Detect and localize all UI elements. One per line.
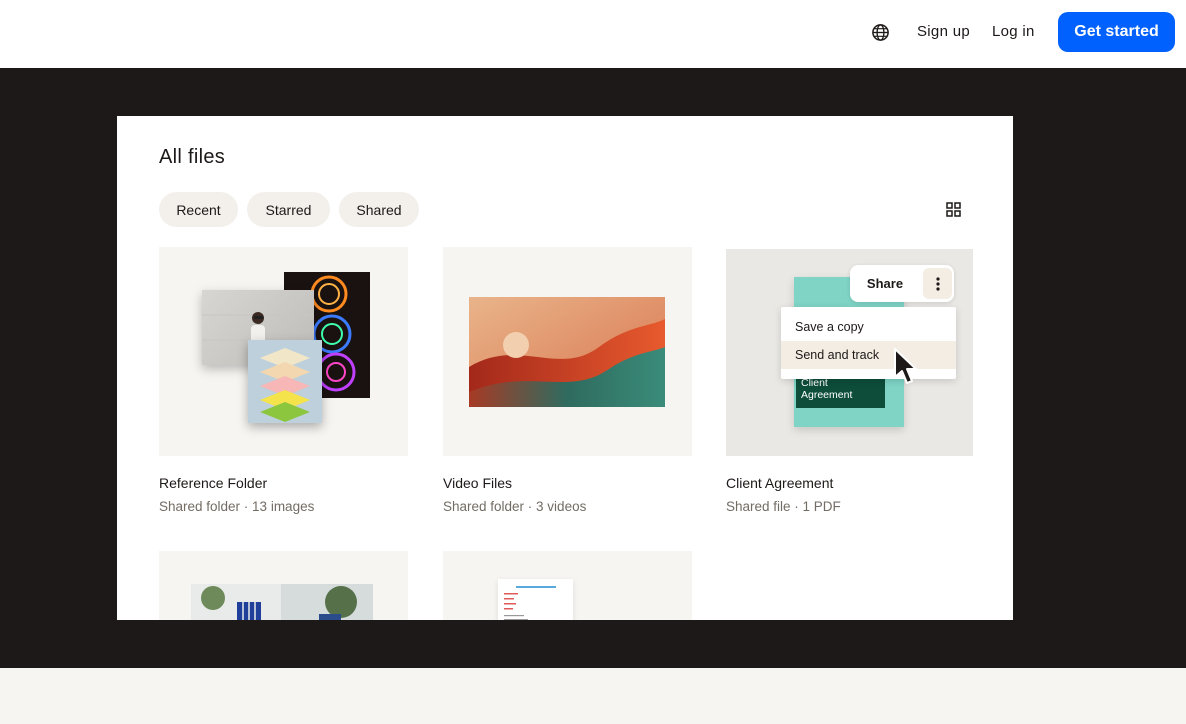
tab-recent[interactable]: Recent bbox=[159, 192, 238, 227]
menu-item-save-a-copy[interactable]: Save a copy bbox=[781, 313, 956, 341]
share-control: Share bbox=[850, 265, 954, 302]
get-started-button[interactable]: Get started bbox=[1058, 12, 1175, 52]
file-thumbnail bbox=[443, 551, 692, 620]
document-preview bbox=[498, 579, 573, 620]
mouse-pointer-icon bbox=[894, 348, 917, 384]
context-menu: Save a copy Send and track bbox=[781, 307, 956, 379]
grid-view-icon[interactable] bbox=[946, 202, 961, 217]
file-meta: Shared file · 1 PDF bbox=[726, 499, 841, 514]
file-meta: Shared folder · 13 images bbox=[159, 499, 315, 514]
page-title: All files bbox=[159, 146, 226, 168]
file-thumbnail bbox=[159, 247, 408, 456]
all-files-panel: All files Recent Starred Shared Referenc… bbox=[117, 116, 1013, 620]
file-name: Reference Folder bbox=[159, 475, 268, 491]
file-meta: Shared folder · 3 videos bbox=[443, 499, 587, 514]
layered-stack-image bbox=[248, 340, 322, 423]
tab-starred[interactable]: Starred bbox=[247, 192, 330, 227]
file-thumbnail bbox=[443, 247, 692, 456]
file-name: Video Files bbox=[443, 475, 513, 491]
house-photo bbox=[191, 584, 373, 620]
globe-icon[interactable] bbox=[871, 23, 890, 42]
sign-up-link[interactable]: Sign up bbox=[917, 23, 970, 40]
file-name: Client Agreement bbox=[726, 475, 834, 491]
share-button[interactable]: Share bbox=[850, 265, 920, 302]
more-vertical-icon[interactable] bbox=[923, 268, 952, 299]
log-in-link[interactable]: Log in bbox=[992, 23, 1035, 40]
tab-shared[interactable]: Shared bbox=[339, 192, 419, 227]
file-thumbnail: Client Agreement Share Save a copy Send … bbox=[726, 249, 973, 456]
abstract-wave-image bbox=[469, 297, 665, 407]
menu-item-send-and-track[interactable]: Send and track bbox=[781, 341, 956, 369]
file-thumbnail bbox=[159, 551, 408, 620]
top-navbar: Sign up Log in Get started bbox=[0, 0, 1186, 68]
